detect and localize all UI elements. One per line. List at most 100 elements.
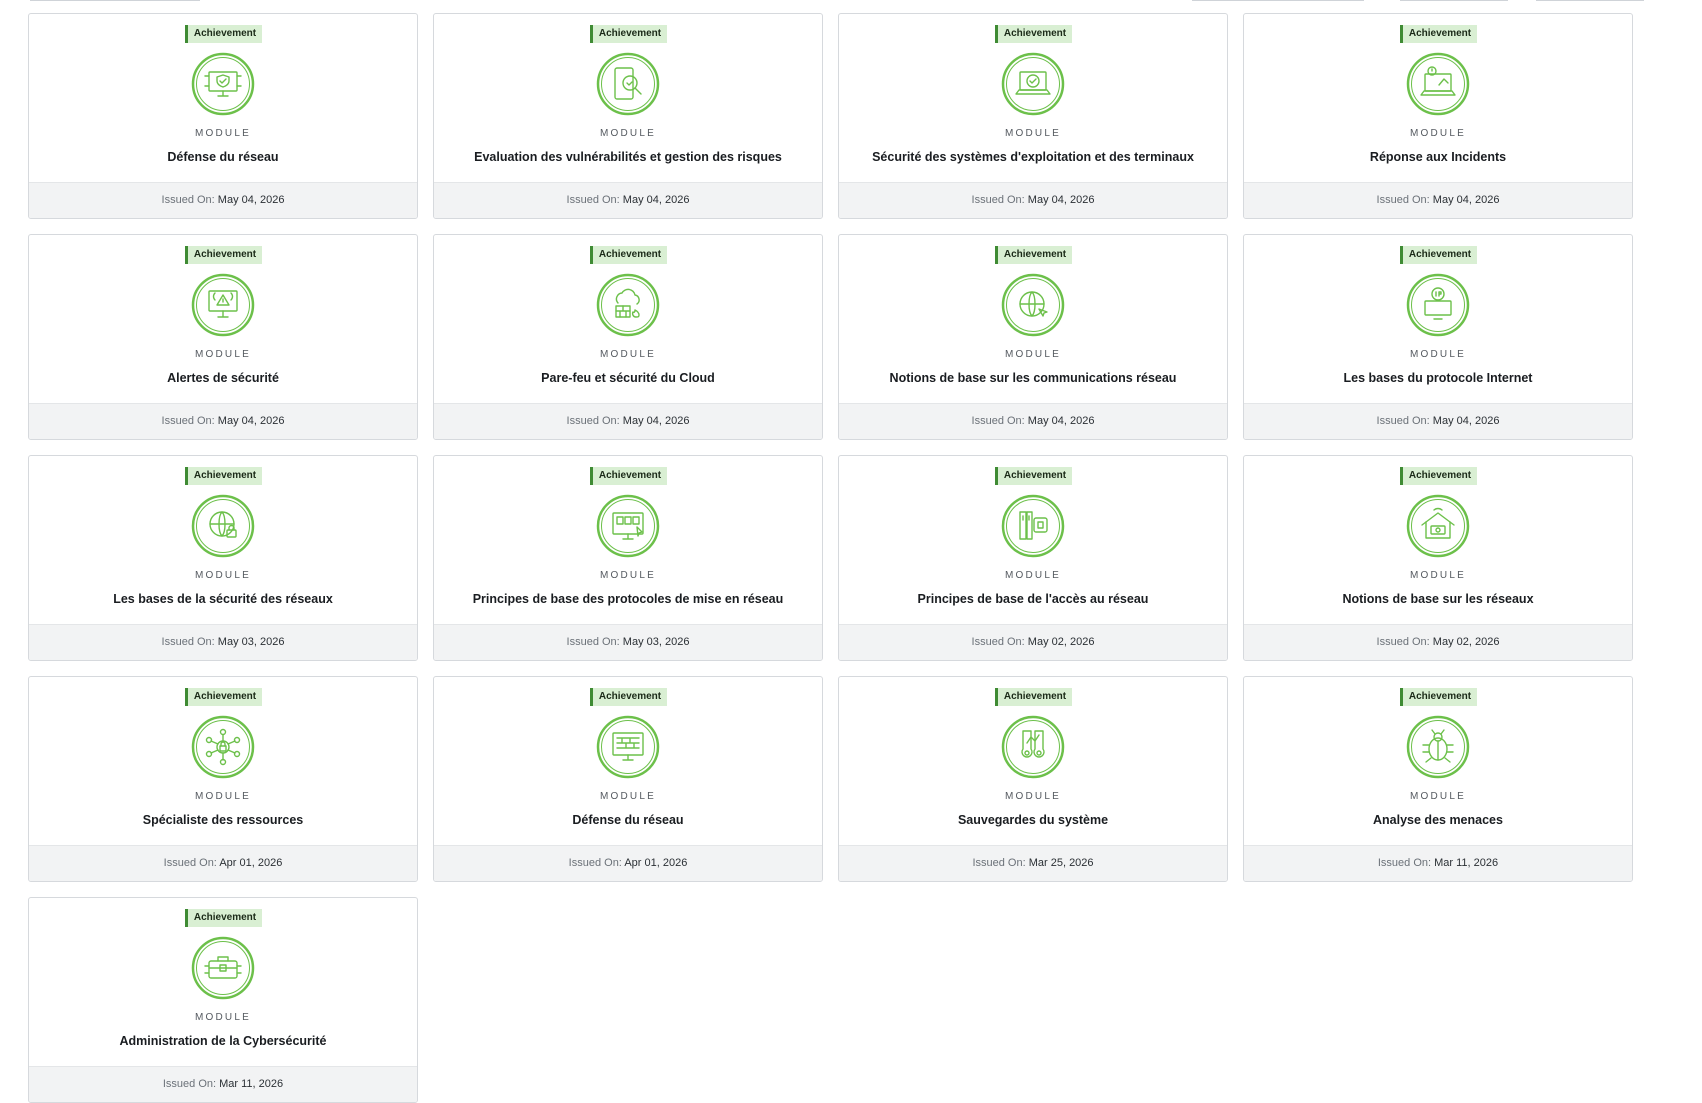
issued-date: Apr 01, 2026	[219, 857, 283, 869]
achievement-tag: Achievement	[590, 25, 667, 43]
badge-emblem	[1406, 715, 1470, 779]
badge-card[interactable]: Achievement MODULE Administration de la …	[28, 897, 418, 1103]
badge-card[interactable]: Achievement MODULE Sécurité des systèmes…	[838, 13, 1228, 219]
issued-footer: Issued On: Mar 11, 2026	[1244, 845, 1632, 881]
badge-card[interactable]: Achievement MODULE Notions de base sur l…	[838, 234, 1228, 440]
badge-card[interactable]: Achievement MODULE Défense du réseau Iss…	[28, 13, 418, 219]
badge-kind: MODULE	[195, 349, 251, 360]
issued-footer: Issued On: May 04, 2026	[839, 182, 1227, 218]
top-divider	[30, 0, 200, 1]
achievement-tag: Achievement	[185, 467, 262, 485]
badge-emblem	[191, 273, 255, 337]
badge-card[interactable]: Achievement MODULE Evaluation des vulnér…	[433, 13, 823, 219]
badge-title: Les bases du protocole Internet	[1343, 371, 1533, 385]
badge-kind: MODULE	[1005, 570, 1061, 581]
issued-date: Apr 01, 2026	[624, 857, 688, 869]
badge-card[interactable]: Achievement MODULE Pare-feu et sécurité …	[433, 234, 823, 440]
top-divider	[1192, 0, 1364, 1]
badge-emblem	[1001, 273, 1065, 337]
issued-date: May 04, 2026	[217, 415, 285, 427]
badge-emblem	[1406, 52, 1470, 116]
backup-keys-icon	[1001, 715, 1065, 779]
badge-kind: MODULE	[600, 349, 656, 360]
badge-kind: MODULE	[1410, 349, 1466, 360]
issued-date: May 04, 2026	[1027, 194, 1095, 206]
issued-footer: Issued On: May 04, 2026	[839, 403, 1227, 439]
issued-label: Issued On:	[566, 415, 620, 427]
security-alert-monitor-icon	[191, 273, 255, 337]
achievement-tag: Achievement	[185, 909, 262, 927]
issued-label: Issued On:	[971, 194, 1025, 206]
issued-label: Issued On:	[161, 636, 215, 648]
issued-date: May 04, 2026	[217, 194, 285, 206]
issued-footer: Issued On: May 04, 2026	[29, 403, 417, 439]
issued-label: Issued On:	[568, 857, 622, 869]
badge-title: Sécurité des systèmes d'exploitation et …	[872, 150, 1194, 164]
vulnerability-magnifier-icon	[596, 52, 660, 116]
badge-card[interactable]: Achievement MODULE Réponse aux Incidents…	[1243, 13, 1633, 219]
issued-date: May 03, 2026	[217, 636, 285, 648]
achievement-tag: Achievement	[995, 688, 1072, 706]
badge-title: Notions de base sur les communications r…	[889, 371, 1177, 385]
issued-date: Mar 25, 2026	[1028, 857, 1094, 869]
badge-card[interactable]: Achievement MODULE Défense du réseau Iss…	[433, 676, 823, 882]
issued-footer: Issued On: Apr 01, 2026	[29, 845, 417, 881]
badge-card[interactable]: Achievement MODULE Les bases de la sécur…	[28, 455, 418, 661]
badge-emblem	[191, 52, 255, 116]
issued-label: Issued On:	[161, 415, 215, 427]
issued-label: Issued On:	[1376, 636, 1430, 648]
globe-lock-icon	[191, 494, 255, 558]
badge-title: Principes de base de l'accès au réseau	[917, 592, 1149, 606]
issued-footer: Issued On: Mar 25, 2026	[839, 845, 1227, 881]
issued-label: Issued On:	[566, 194, 620, 206]
badge-title: Spécialiste des ressources	[142, 813, 304, 827]
achievement-tag: Achievement	[1400, 688, 1477, 706]
resource-hub-lock-icon	[191, 715, 255, 779]
globe-cursor-icon	[1001, 273, 1065, 337]
issued-date: May 04, 2026	[1432, 415, 1500, 427]
issued-label: Issued On:	[163, 857, 217, 869]
badge-card[interactable]: Achievement MODULE Spécialiste des resso…	[28, 676, 418, 882]
badge-card[interactable]: Achievement MODULE Notions de base sur l…	[1243, 455, 1633, 661]
issued-date: Mar 11, 2026	[219, 1078, 284, 1090]
badge-emblem	[596, 715, 660, 779]
issued-label: Issued On:	[1376, 194, 1430, 206]
issued-label: Issued On:	[971, 636, 1025, 648]
badge-title: Analyse des menaces	[1373, 813, 1503, 827]
badge-card[interactable]: Achievement MODULE Alertes de sécurité I…	[28, 234, 418, 440]
achievement-tag: Achievement	[590, 688, 667, 706]
network-defense-monitor-icon	[191, 52, 255, 116]
badge-title: Alertes de sécurité	[167, 371, 279, 385]
achievement-tag: Achievement	[590, 246, 667, 264]
badge-title: Administration de la Cybersécurité	[119, 1034, 327, 1048]
issued-footer: Issued On: May 03, 2026	[434, 624, 822, 660]
badge-emblem	[1406, 494, 1470, 558]
issued-label: Issued On:	[1377, 857, 1432, 869]
badge-kind: MODULE	[1410, 570, 1466, 581]
issued-label: Issued On:	[161, 194, 215, 206]
badge-card[interactable]: Achievement MODULE Les bases du protocol…	[1243, 234, 1633, 440]
issued-footer: Issued On: May 03, 2026	[29, 624, 417, 660]
issued-label: Issued On:	[971, 415, 1025, 427]
issued-label: Issued On:	[1376, 415, 1430, 427]
badge-card[interactable]: Achievement MODULE Sauvegardes du systèm…	[838, 676, 1228, 882]
badge-card[interactable]: Achievement MODULE Principes de base de …	[838, 455, 1228, 661]
issued-footer: Issued On: May 02, 2026	[839, 624, 1227, 660]
issued-date: May 04, 2026	[1027, 415, 1095, 427]
achievement-tag: Achievement	[1400, 467, 1477, 485]
badge-card[interactable]: Achievement MODULE Principes de base des…	[433, 455, 823, 661]
badge-emblem	[596, 273, 660, 337]
badge-kind: MODULE	[600, 128, 656, 139]
endpoint-laptop-icon	[1001, 52, 1065, 116]
badge-kind: MODULE	[195, 1012, 251, 1023]
issued-footer: Issued On: May 04, 2026	[29, 182, 417, 218]
badge-title: Principes de base des protocoles de mise…	[472, 592, 784, 606]
badge-title: Défense du réseau	[167, 150, 279, 164]
achievement-tag: Achievement	[185, 688, 262, 706]
firewall-monitor-icon	[596, 715, 660, 779]
badge-card[interactable]: Achievement MODULE Analyse des menaces I…	[1243, 676, 1633, 882]
issued-footer: Issued On: May 02, 2026	[1244, 624, 1632, 660]
issued-footer: Issued On: Apr 01, 2026	[434, 845, 822, 881]
top-edge	[0, 0, 1702, 2]
badge-grid: Achievement MODULE Défense du réseau Iss…	[28, 13, 1633, 1103]
